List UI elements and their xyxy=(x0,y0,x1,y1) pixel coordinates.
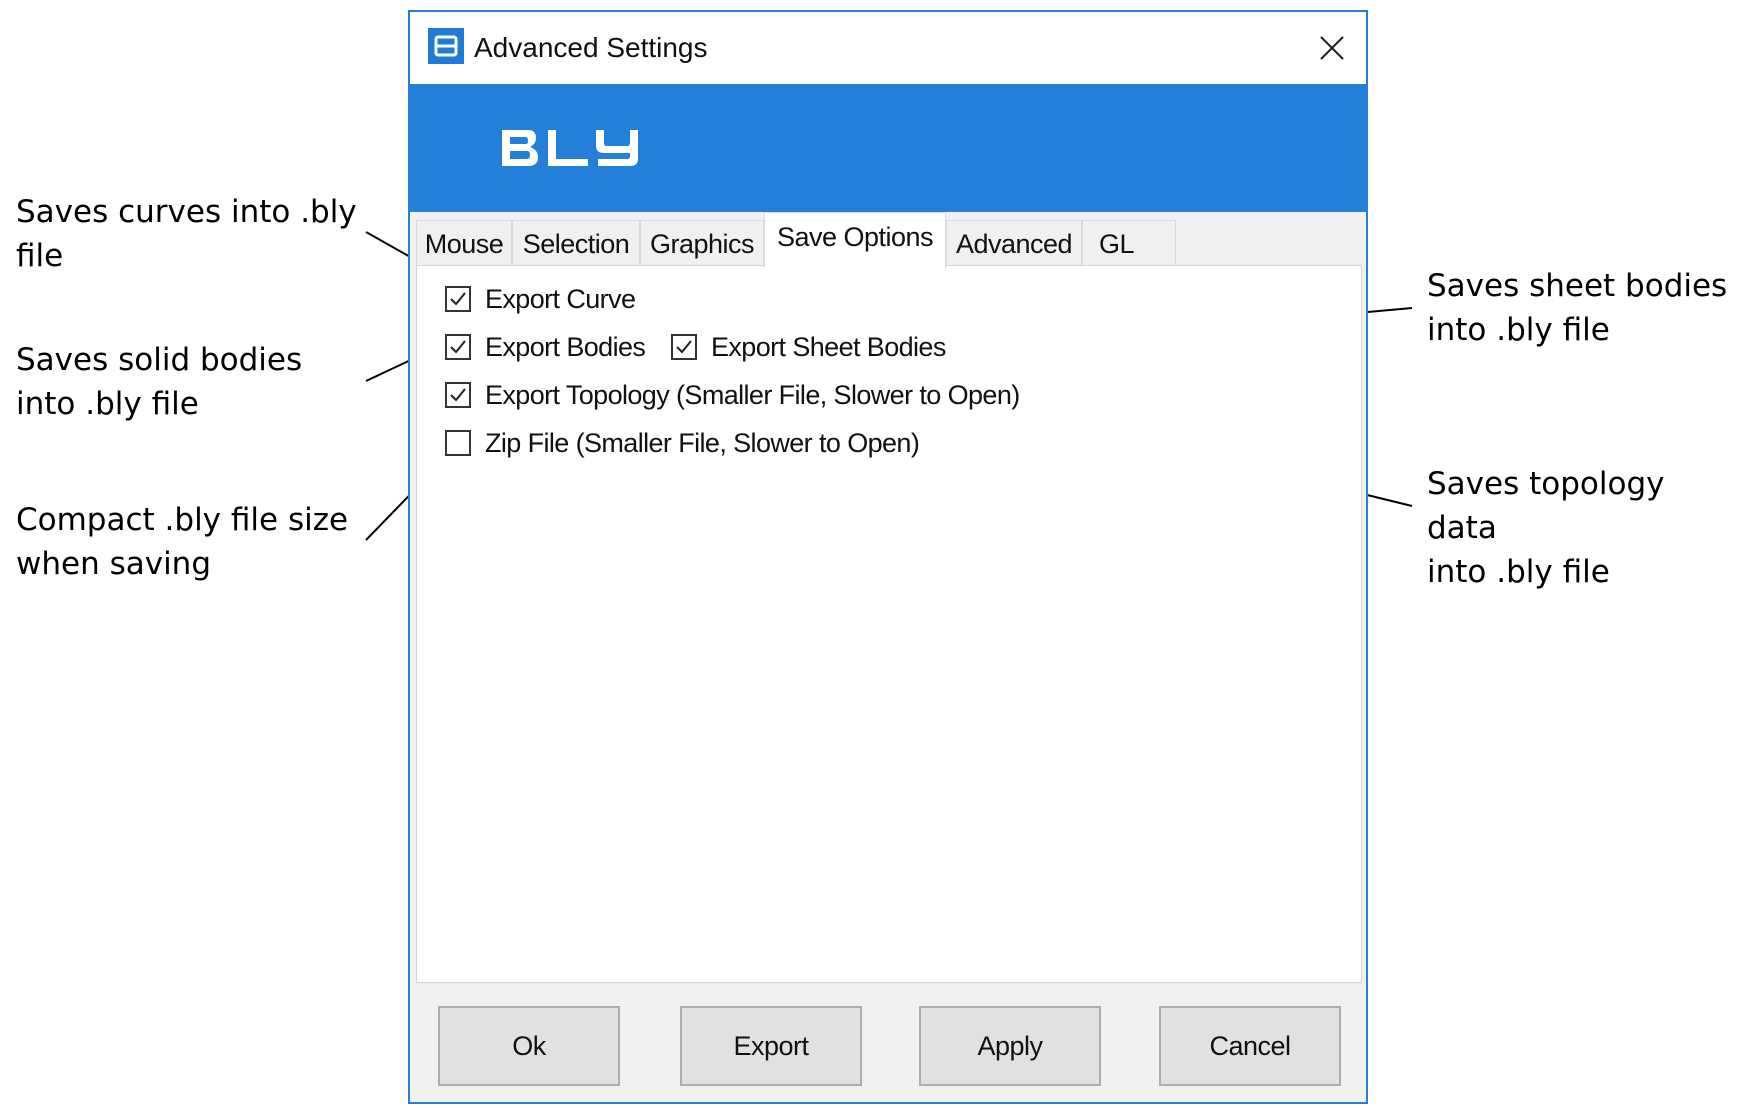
tab-graphics[interactable]: Graphics xyxy=(640,220,764,266)
tab-strip: Mouse Selection Graphics Save Options Ad… xyxy=(416,212,1360,268)
title-bar[interactable]: Advanced Settings xyxy=(410,12,1366,84)
export-bodies-option[interactable]: Export Bodies xyxy=(445,330,646,364)
export-topology-option[interactable]: Export Topology (Smaller File, Slower to… xyxy=(445,378,1020,412)
export-button[interactable]: Export xyxy=(680,1006,862,1086)
zip-file-label: Zip File (Smaller File, Slower to Open) xyxy=(485,427,920,458)
tab-gl[interactable]: GL xyxy=(1082,220,1176,266)
annotation-export-curve: Saves curves into .bly file xyxy=(16,194,357,274)
annotation-export-topology: Saves topology data into .bly file xyxy=(1427,466,1665,590)
tab-selection[interactable]: Selection xyxy=(512,220,640,266)
tab-save-options[interactable]: Save Options xyxy=(764,212,946,268)
save-options-panel: Export Curve Export Bodies Export Sheet … xyxy=(416,265,1362,983)
export-topology-checkbox[interactable] xyxy=(445,382,471,408)
header-banner xyxy=(410,84,1366,212)
annotation-export-bodies: Saves solid bodies into .bly file xyxy=(16,342,303,422)
zip-file-checkbox[interactable] xyxy=(445,430,471,456)
bly-logo xyxy=(498,126,648,175)
app-b-icon xyxy=(428,28,464,64)
annotation-zip-file: Compact .bly file size when saving xyxy=(16,502,349,582)
export-curve-checkbox[interactable] xyxy=(445,286,471,312)
checkmark-icon xyxy=(676,340,692,354)
advanced-settings-dialog: Advanced Settings Mouse Selection Graphi… xyxy=(408,10,1368,1104)
checkmark-icon xyxy=(450,388,466,402)
export-sheet-bodies-checkbox[interactable] xyxy=(671,334,697,360)
checkmark-icon xyxy=(450,292,466,306)
ok-button[interactable]: Ok xyxy=(438,1006,620,1086)
export-sheet-bodies-label: Export Sheet Bodies xyxy=(711,331,946,362)
export-sheet-bodies-option[interactable]: Export Sheet Bodies xyxy=(671,330,946,364)
export-curve-option[interactable]: Export Curve xyxy=(445,282,636,316)
close-button[interactable] xyxy=(1310,26,1354,70)
checkmark-icon xyxy=(450,340,466,354)
zip-file-option[interactable]: Zip File (Smaller File, Slower to Open) xyxy=(445,426,920,460)
export-bodies-label: Export Bodies xyxy=(485,331,646,362)
apply-button[interactable]: Apply xyxy=(919,1006,1101,1086)
export-topology-label: Export Topology (Smaller File, Slower to… xyxy=(485,379,1020,410)
close-icon xyxy=(1320,36,1344,60)
annotation-export-sheet-bodies: Saves sheet bodies into .bly file xyxy=(1427,268,1728,348)
cancel-button[interactable]: Cancel xyxy=(1159,1006,1341,1086)
export-curve-label: Export Curve xyxy=(485,283,636,314)
window-title: Advanced Settings xyxy=(474,32,708,63)
export-bodies-checkbox[interactable] xyxy=(445,334,471,360)
tab-mouse[interactable]: Mouse xyxy=(416,220,512,266)
tab-advanced[interactable]: Advanced xyxy=(946,220,1082,266)
